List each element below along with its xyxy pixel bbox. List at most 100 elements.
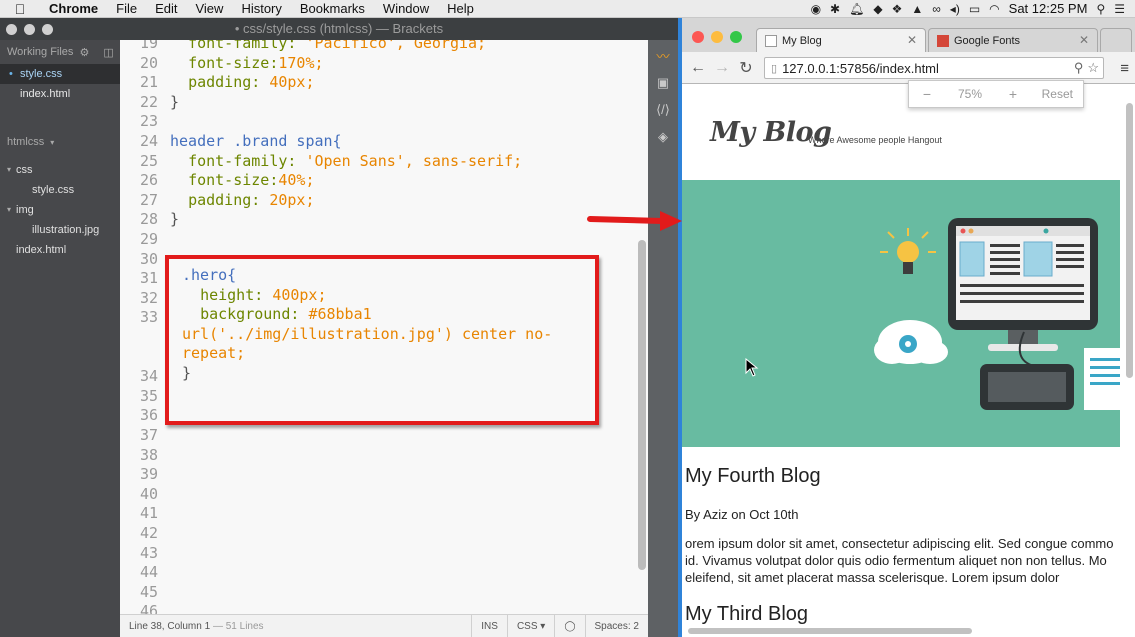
back-icon[interactable]: ← xyxy=(686,59,710,77)
code-line: 45 xyxy=(139,582,158,601)
code-line: 20 font-size:170%; xyxy=(139,53,324,72)
page-info-icon[interactable]: ▯ xyxy=(771,62,777,75)
project-label: htmlcss xyxy=(7,136,45,148)
cloud-gear-icon xyxy=(874,320,948,364)
tree-label: style.css xyxy=(32,184,75,196)
chevron-down-icon: ▾ xyxy=(50,137,55,147)
drive-icon[interactable]: ▲ xyxy=(911,2,923,16)
menu-edit[interactable]: Edit xyxy=(146,1,186,16)
menu-window[interactable]: Window xyxy=(374,1,438,16)
zoom-reset-button[interactable]: Reset xyxy=(1042,87,1083,101)
volume-icon[interactable]: ◂) xyxy=(950,2,960,16)
code-line: 39 xyxy=(139,465,158,484)
app-menu[interactable]: Chrome xyxy=(40,1,107,16)
bookmark-star-icon[interactable]: ☆ xyxy=(1087,60,1099,76)
apple-menu-icon[interactable]:  xyxy=(0,1,40,17)
page-icon xyxy=(765,34,777,47)
zoom-level: 75% xyxy=(957,87,983,101)
split-view-icon[interactable]: ◫ xyxy=(103,46,113,59)
minimize-window-button[interactable] xyxy=(711,31,723,43)
layers-icon[interactable]: ◈ xyxy=(648,123,678,150)
lightbulb-icon xyxy=(880,228,936,274)
new-tab-button[interactable] xyxy=(1100,28,1132,52)
brackets-window: • css/style.css (htmlcss) — Brackets Wor… xyxy=(0,18,678,637)
creative-cloud-icon[interactable]: ∞ xyxy=(932,2,941,16)
project-header[interactable]: htmlcss ▾ xyxy=(0,130,120,154)
forward-icon[interactable]: → xyxy=(710,59,734,77)
chrome-menu-icon[interactable]: ≡ xyxy=(1120,60,1129,77)
tree-file-index-html[interactable]: index.html xyxy=(0,240,120,260)
address-bar[interactable]: ▯ 127.0.0.1:57856/index.html ⚲ ☆ xyxy=(764,57,1104,79)
code-inspector-icon[interactable]: ⟨/⟩ xyxy=(648,96,678,123)
insert-mode-toggle[interactable]: INS xyxy=(471,615,507,637)
zoom-icon[interactable]: ⚲ xyxy=(1074,60,1084,76)
tree-folder-img[interactable]: ▾ img xyxy=(0,200,120,220)
page-scrollbar[interactable] xyxy=(1126,103,1133,378)
zoom-popup: − 75% + Reset xyxy=(908,80,1084,108)
code-line: 29 xyxy=(139,230,158,248)
editor-scrollbar[interactable] xyxy=(638,240,646,570)
folder-expanded-icon: ▾ xyxy=(7,165,12,174)
gear-icon[interactable]: ⚙ xyxy=(79,46,89,59)
spotlight-icon[interactable]: ⚲ xyxy=(1096,2,1105,16)
page-horizontal-scrollbar[interactable] xyxy=(688,628,972,634)
record-icon[interactable]: ◉ xyxy=(811,2,821,16)
bluetooth-icon[interactable]: ✱ xyxy=(830,2,840,16)
chrome-tabstrip: My Blog ✕ Google Fonts ✕ xyxy=(682,18,1135,52)
chrome-window: My Blog ✕ Google Fonts ✕ ← → ↻ ▯ 127.0.0… xyxy=(678,18,1135,637)
working-file-label: style.css xyxy=(20,68,63,80)
zoom-in-button[interactable]: + xyxy=(995,86,1031,102)
menu-file[interactable]: File xyxy=(107,1,146,16)
notification-center-icon[interactable]: ☰ xyxy=(1114,2,1125,16)
working-file-style-css[interactable]: • style.css xyxy=(0,64,120,84)
clock[interactable]: Sat 12:25 PM xyxy=(1009,1,1088,16)
linter-status-icon[interactable]: ◯ xyxy=(554,615,584,637)
code-line: 41 xyxy=(139,504,158,523)
tab-google-fonts[interactable]: Google Fonts ✕ xyxy=(928,28,1098,52)
working-files-label: Working Files xyxy=(7,46,74,58)
menu-view[interactable]: View xyxy=(186,1,232,16)
extension-manager-icon[interactable]: ▣ xyxy=(648,69,678,96)
working-files-header: Working Files ⚙ ◫ xyxy=(0,40,120,64)
brackets-titlebar: • css/style.css (htmlcss) — Brackets xyxy=(0,18,678,40)
battery-icon[interactable]: ▭ xyxy=(969,2,980,16)
zoom-out-button[interactable]: − xyxy=(909,86,945,102)
tree-label: illustration.jpg xyxy=(32,224,100,236)
tree-file-style-css[interactable]: style.css xyxy=(0,180,120,200)
mouse-pointer-icon xyxy=(745,358,759,377)
keyboard-icon xyxy=(980,364,1074,410)
dropbox-icon[interactable]: ❖ xyxy=(892,2,903,16)
working-file-index-html[interactable]: index.html xyxy=(0,84,120,104)
working-file-label: index.html xyxy=(20,88,71,100)
document-icon xyxy=(1084,348,1120,410)
spaces-setting[interactable]: Spaces: 2 xyxy=(584,615,648,637)
tab-my-blog[interactable]: My Blog ✕ xyxy=(756,28,926,52)
mac-menubar:  Chrome File Edit View History Bookmark… xyxy=(0,0,1135,18)
code-line: 26 font-size:40%; xyxy=(139,171,315,190)
close-tab-icon[interactable]: ✕ xyxy=(907,33,917,47)
code-line: 23 xyxy=(139,112,158,131)
live-preview-icon[interactable]: 〰 xyxy=(648,42,678,69)
post-title[interactable]: My Third Blog xyxy=(685,603,808,626)
menu-help[interactable]: Help xyxy=(438,1,483,16)
post-body: orem ipsum dolor sit amet, consectetur a… xyxy=(685,536,1114,585)
close-window-button[interactable] xyxy=(692,31,704,43)
tree-folder-css[interactable]: ▾ css xyxy=(0,160,120,180)
evernote-icon[interactable]: ◆ xyxy=(873,2,882,16)
reload-icon[interactable]: ↻ xyxy=(734,58,758,78)
menu-bookmarks[interactable]: Bookmarks xyxy=(291,1,374,16)
tree-file-illustration[interactable]: illustration.jpg xyxy=(0,220,120,240)
zoom-window-button[interactable] xyxy=(730,31,742,43)
code-line: 25 font-family: 'Open Sans', sans-serif; xyxy=(139,151,523,170)
menu-history[interactable]: History xyxy=(232,1,290,16)
language-select[interactable]: CSS ▾ xyxy=(506,615,554,637)
code-line: 21 padding: 40px; xyxy=(139,73,315,92)
notification-icon[interactable]: 🔔︎ xyxy=(849,2,864,16)
window-title: • css/style.css (htmlcss) — Brackets xyxy=(234,21,444,36)
close-tab-icon[interactable]: ✕ xyxy=(1079,33,1089,47)
unsaved-dot-icon: • xyxy=(9,68,13,80)
hero-illustration xyxy=(874,218,1120,410)
tab-title: My Blog xyxy=(782,34,822,47)
post-title[interactable]: My Fourth Blog xyxy=(685,465,821,488)
wifi-icon[interactable]: ◠ xyxy=(989,2,999,16)
